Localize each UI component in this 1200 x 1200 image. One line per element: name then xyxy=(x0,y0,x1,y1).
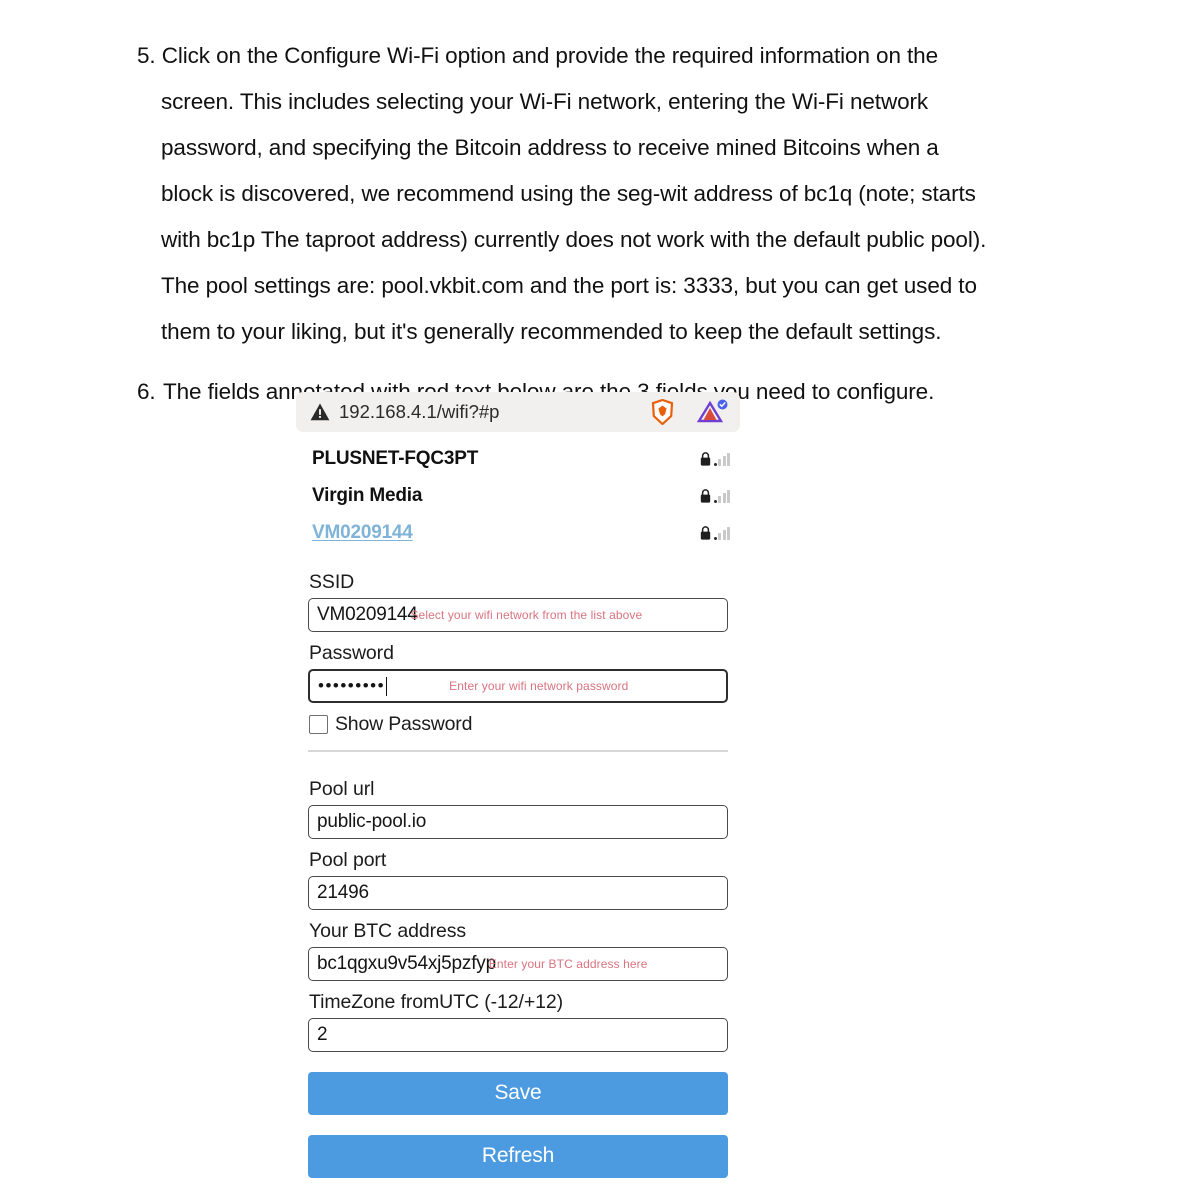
password-label: Password xyxy=(309,642,394,664)
btc-address-label: Your BTC address xyxy=(309,919,467,942)
ssid-input[interactable]: VM0209144 Select your wifi network from … xyxy=(308,598,728,632)
pool-url-label: Pool url xyxy=(309,777,375,800)
show-password-label: Show Password xyxy=(335,713,473,735)
save-button[interactable]: Save xyxy=(308,1071,728,1115)
pool-port-input[interactable]: 21496 xyxy=(308,875,728,910)
network-signal-group xyxy=(700,525,730,540)
pool-url-value: public-pool.io xyxy=(317,810,427,832)
section-divider xyxy=(308,750,728,752)
show-password-row[interactable]: Show Password xyxy=(309,713,728,736)
password-value: ••••••••• xyxy=(318,676,386,695)
network-list-item[interactable]: Virgin Media xyxy=(312,477,730,514)
btc-address-input[interactable]: bc1qgxu9v54xj5pzfyp Enter your BTC addre… xyxy=(308,946,728,981)
step-6-number: 6. xyxy=(137,378,156,404)
browser-url-bar[interactable]: 192.168.4.1/wifi?#p xyxy=(296,392,740,432)
password-annotation: Enter your wifi network password xyxy=(449,679,629,693)
password-input[interactable]: ••••••••• Enter your wifi network passwo… xyxy=(308,669,728,703)
show-password-checkbox[interactable] xyxy=(309,715,328,734)
timezone-value: 2 xyxy=(317,1023,328,1045)
text-caret xyxy=(386,676,388,696)
pool-port-label: Pool port xyxy=(309,848,387,871)
pool-port-value: 21496 xyxy=(317,881,369,903)
network-signal-group xyxy=(700,488,730,503)
lock-icon xyxy=(700,488,710,503)
wifi-network-list: PLUSNET-FQC3PT Virgin Media VM0209144 xyxy=(296,440,740,551)
lock-icon xyxy=(700,451,710,466)
network-ssid-label[interactable]: PLUSNET-FQC3PT xyxy=(312,448,478,470)
btc-address-value: bc1qgxu9v54xj5pzfyp xyxy=(317,952,496,974)
network-ssid-label[interactable]: Virgin Media xyxy=(312,485,422,507)
instruction-step-5: 5. Click on the Configure Wi-Fi option a… xyxy=(137,42,987,344)
network-ssid-link[interactable]: VM0209144 xyxy=(312,522,413,544)
wifi-config-form: SSID VM0209144 Select your wifi network … xyxy=(296,571,740,1178)
signal-strength-icon xyxy=(713,526,730,540)
extension-icon[interactable] xyxy=(697,399,728,425)
signal-strength-icon xyxy=(713,452,730,466)
timezone-input[interactable]: 2 xyxy=(308,1017,728,1052)
warning-triangle-icon xyxy=(310,403,330,421)
ssid-label: SSID xyxy=(309,571,355,593)
timezone-label: TimeZone fromUTC (-12/+12) xyxy=(309,990,564,1013)
network-list-item[interactable]: PLUSNET-FQC3PT xyxy=(312,440,730,477)
ssid-value: VM0209144 xyxy=(317,604,418,625)
ssid-annotation: Select your wifi network from the list a… xyxy=(410,608,643,622)
url-text: 192.168.4.1/wifi?#p xyxy=(339,401,500,422)
network-list-item-selected[interactable]: VM0209144 xyxy=(312,514,730,551)
signal-strength-icon xyxy=(713,489,730,503)
network-signal-group xyxy=(700,451,730,466)
refresh-button[interactable]: Refresh xyxy=(308,1134,728,1178)
lock-icon xyxy=(700,525,710,540)
pool-url-input[interactable]: public-pool.io xyxy=(308,804,728,839)
embedded-browser-screenshot: 192.168.4.1/wifi?#p PLUSNET-FQC3PT Virgi… xyxy=(296,392,740,1178)
brave-shield-icon[interactable] xyxy=(650,399,675,425)
